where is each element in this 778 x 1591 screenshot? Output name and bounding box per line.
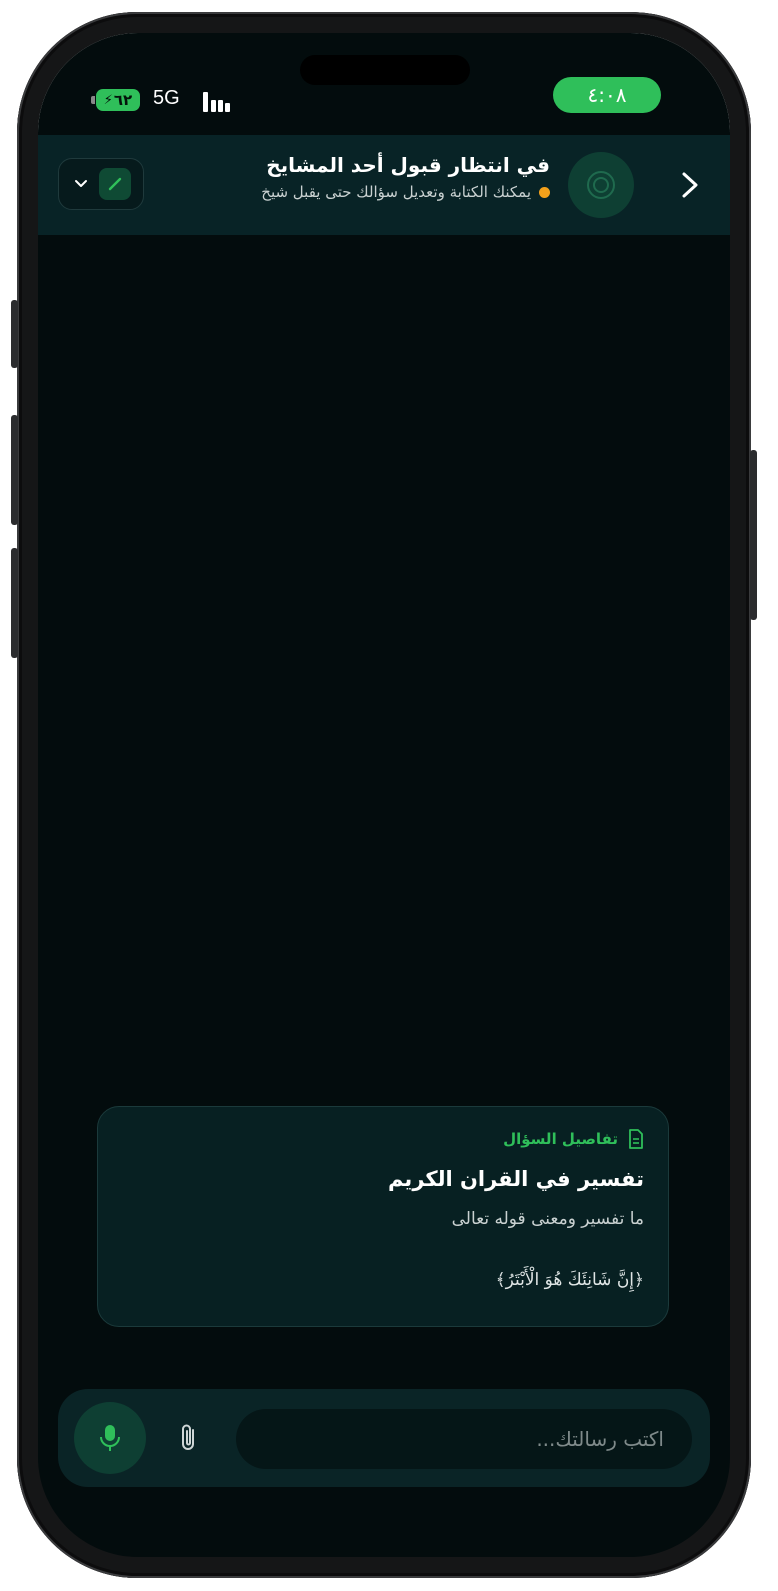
- chevron-down-icon: [75, 180, 87, 187]
- microphone-icon: [100, 1425, 120, 1451]
- status-bar: ⚡ ٦٢ 5G ٤:٠٨: [38, 33, 730, 135]
- question-title: تفسير في القران الكريم: [387, 1167, 644, 1191]
- status-time: ٤:٠٨: [553, 77, 661, 113]
- network-type: 5G: [153, 87, 180, 109]
- side-button: [11, 300, 18, 368]
- back-arrow-icon[interactable]: [678, 168, 702, 202]
- header-subtitle-row: يمكنك الكتابة وتعديل سؤالك حتى يقبل شيخ: [130, 183, 550, 201]
- charging-icon: ⚡: [103, 92, 113, 108]
- pen-icon: [99, 168, 131, 200]
- header-texts: في انتظار قبول أحد المشايخ يمكنك الكتابة…: [130, 153, 550, 201]
- dynamic-island: [300, 55, 470, 85]
- screen: ⚡ ٦٢ 5G ٤:٠٨ في انتظار قبول أحد المشايخ: [38, 33, 730, 1557]
- microphone-button[interactable]: [74, 1402, 146, 1474]
- signal-icon: [203, 90, 233, 112]
- document-icon: [629, 1129, 643, 1149]
- message-composer: [58, 1389, 710, 1487]
- header-subtitle: يمكنك الكتابة وتعديل سؤالك حتى يقبل شيخ: [261, 183, 531, 201]
- avatar: [568, 152, 634, 218]
- question-verse: ﴿إِنَّ شَانِئَكَ هُوَ الْأَبْتَرُ﴾: [495, 1270, 644, 1290]
- message-input[interactable]: [236, 1409, 692, 1469]
- side-button: [11, 415, 18, 525]
- paperclip-icon[interactable]: [176, 1422, 202, 1454]
- question-card-heading: تفاصيل السؤال: [122, 1129, 644, 1149]
- avatar-logo-icon: [587, 171, 615, 199]
- header-title: في انتظار قبول أحد المشايخ: [266, 153, 550, 177]
- side-button: [11, 548, 18, 658]
- question-card-heading-label: تفاصيل السؤال: [503, 1130, 618, 1148]
- chat-header: في انتظار قبول أحد المشايخ يمكنك الكتابة…: [38, 135, 730, 235]
- side-button: [750, 450, 757, 620]
- battery-indicator: ⚡ ٦٢: [91, 89, 140, 111]
- question-card: تفاصيل السؤال تفسير في القران الكريم ما …: [97, 1106, 669, 1327]
- status-dot: [539, 186, 550, 198]
- battery-level: ٦٢: [113, 91, 133, 109]
- question-body: ما تفسير ومعنى قوله تعالى: [451, 1209, 644, 1229]
